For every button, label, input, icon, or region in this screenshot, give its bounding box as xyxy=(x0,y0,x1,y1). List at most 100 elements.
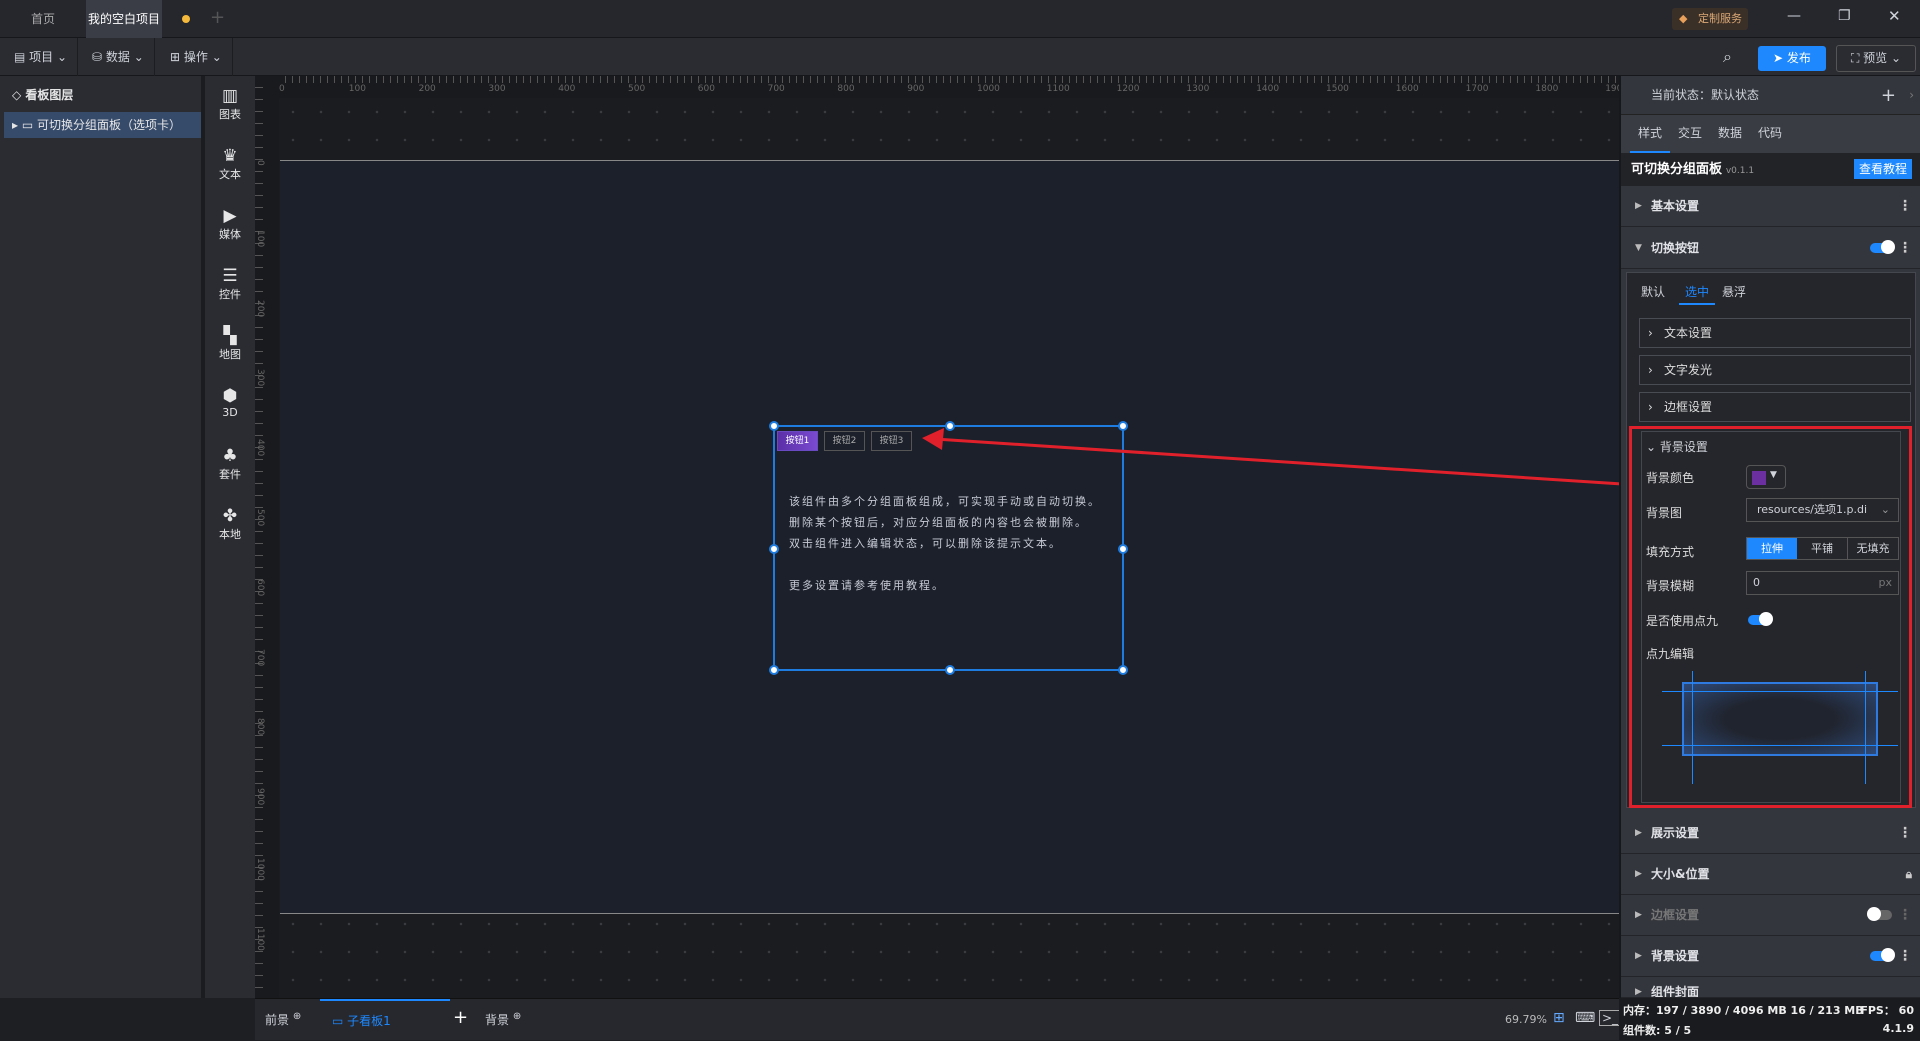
keyboard-icon[interactable]: ⌨ xyxy=(1575,1010,1595,1026)
add-tab-button[interactable]: + xyxy=(210,7,225,28)
fill-stretch-option[interactable]: 拉伸 xyxy=(1747,538,1797,559)
hint-line: 更多设置请参考使用教程。 xyxy=(789,579,945,592)
tab-style[interactable]: 样式 xyxy=(1630,115,1670,153)
add-state-button[interactable]: + xyxy=(1881,76,1896,115)
preview-button[interactable]: ⛶ 预览 ⌄ xyxy=(1836,45,1916,72)
tab-data[interactable]: 数据 xyxy=(1710,115,1750,151)
component-header: 可切换分组面板 v0.1.1 查看教程 xyxy=(1621,153,1920,186)
resize-handle[interactable] xyxy=(945,665,955,675)
background-settings-header[interactable]: ⌄ 背景设置 xyxy=(1646,438,1708,455)
tab-panel-widget[interactable]: 按钮1 按钮2 按钮3 该组件由多个分组面板组成，可实现手动或自动切换。 删除某… xyxy=(769,421,1128,675)
fit-screen-icon[interactable]: ⊞ xyxy=(1553,1010,1565,1026)
ninepatch-guide-bottom[interactable] xyxy=(1662,745,1898,746)
library-control[interactable]: ☰ 控件 xyxy=(205,266,255,302)
library-3d[interactable]: ⬢ 3D xyxy=(205,386,255,419)
publish-button[interactable]: ➤ 发布 xyxy=(1758,46,1826,71)
layer-item[interactable]: ▸ ▭ 可切换分组面板（选项卡） xyxy=(4,112,201,138)
menu-data[interactable]: ⛁ 数据 ⌄ xyxy=(82,38,155,76)
widget-tab-button-3[interactable]: 按钮3 xyxy=(871,431,912,451)
resize-handle[interactable] xyxy=(1118,421,1128,431)
more-icon[interactable]: ⋮ xyxy=(1898,936,1912,977)
library-media[interactable]: ▶ 媒体 xyxy=(205,206,255,242)
section-switch-button[interactable]: ▼ 切换按钮 ⋮ xyxy=(1621,228,1920,269)
terminal-icon[interactable]: >_ xyxy=(1599,1010,1622,1026)
resize-handle[interactable] xyxy=(945,421,955,431)
state-tab-hover[interactable]: 悬浮 xyxy=(1722,283,1746,300)
ninepatch-guide-left[interactable] xyxy=(1692,671,1693,784)
tab-interaction[interactable]: 交互 xyxy=(1670,115,1710,151)
library-text[interactable]: ♛ 文本 xyxy=(205,146,255,182)
restore-button[interactable]: ❐ xyxy=(1838,8,1851,24)
puzzle-icon: ✤ xyxy=(222,506,238,526)
foreground-tab[interactable]: 前景 ⊕ xyxy=(265,1011,301,1028)
section-size-position[interactable]: ▶ 大小&位置 🔒︎ xyxy=(1621,854,1920,895)
more-icon[interactable]: ⋮ xyxy=(1898,813,1912,854)
library-chart[interactable]: ▥ 图表 xyxy=(205,86,255,122)
custom-service-button[interactable]: ◆ 定制服务 xyxy=(1672,8,1748,30)
tutorial-button[interactable]: 查看教程 xyxy=(1853,159,1912,179)
bg-color-picker[interactable]: ▼ xyxy=(1746,465,1786,489)
cube-icon: ⬢ xyxy=(222,386,238,406)
ninepatch-edit-label: 点九编辑 xyxy=(1646,647,1695,661)
add-circle-icon[interactable]: ⊕ xyxy=(293,1011,301,1022)
menu-project[interactable]: ▤ 项目 ⌄ xyxy=(4,38,79,76)
ninepatch-guide-top[interactable] xyxy=(1662,691,1898,692)
section-display[interactable]: ▶ 展示设置 ⋮ xyxy=(1621,813,1920,854)
fill-tile-option[interactable]: 平铺 xyxy=(1797,538,1848,559)
resize-handle[interactable] xyxy=(769,544,779,554)
text-settings[interactable]: › 文本设置 xyxy=(1639,318,1911,348)
resize-handle[interactable] xyxy=(769,421,779,431)
bg-image-select[interactable]: resources/选项1.p.di ⌄ xyxy=(1746,498,1899,522)
tab-project[interactable]: 我的空白项目 xyxy=(86,0,162,38)
background-toggle[interactable] xyxy=(1870,948,1895,962)
menu-operate[interactable]: ⊞ 操作 ⌄ xyxy=(160,38,233,76)
widget-tab-button-1[interactable]: 按钮1 xyxy=(777,431,818,451)
section-basic[interactable]: ▶ 基本设置 ⋮ xyxy=(1621,186,1920,227)
resize-handle[interactable] xyxy=(769,665,779,675)
state-tab-default[interactable]: 默认 xyxy=(1641,283,1665,300)
search-icon[interactable]: ⌕ xyxy=(1723,47,1732,67)
more-icon[interactable]: ⋮ xyxy=(1898,228,1912,269)
fill-mode-label: 填充方式 xyxy=(1646,545,1695,559)
library-map[interactable]: ▚ 地图 xyxy=(205,326,255,362)
fill-none-option[interactable]: 无填充 xyxy=(1848,538,1898,559)
text-glow-settings[interactable]: › 文字发光 xyxy=(1639,355,1911,385)
close-button[interactable]: ✕ xyxy=(1888,7,1901,25)
widget-tab-button-2[interactable]: 按钮2 xyxy=(824,431,865,451)
resize-handle[interactable] xyxy=(1118,665,1128,675)
library-suite[interactable]: ♣ 套件 xyxy=(205,446,255,482)
more-icon[interactable]: ⋮ xyxy=(1898,186,1912,227)
lock-icon[interactable]: 🔒︎ xyxy=(1906,854,1912,895)
panel-tabs: 样式 交互 数据 代码 xyxy=(1621,115,1920,153)
section-background[interactable]: ▶ 背景设置 ⋮ xyxy=(1621,936,1920,977)
add-circle-icon[interactable]: ⊕ xyxy=(513,1011,521,1022)
zoom-level[interactable]: 69.79% xyxy=(1505,1013,1547,1026)
background-tab[interactable]: 背景 ⊕ xyxy=(485,1011,521,1028)
vertical-ruler[interactable]: 0 100 200 300 400 500 600 700 800 900 1000 1100 xyxy=(255,76,279,998)
tab-code[interactable]: 代码 xyxy=(1750,115,1790,151)
section-border[interactable]: ▶ 边框设置 ⋮ xyxy=(1621,895,1920,936)
border-toggle[interactable] xyxy=(1867,907,1892,921)
ninepatch-toggle[interactable] xyxy=(1748,612,1773,626)
chevron-right-icon[interactable]: › xyxy=(1909,76,1914,115)
tab-home[interactable]: 首页 xyxy=(0,0,86,38)
state-tab-selected[interactable]: 选中 xyxy=(1679,283,1716,305)
add-board-button[interactable]: + xyxy=(453,1007,468,1028)
section-cover[interactable]: ▶ 组件封面 xyxy=(1621,977,1920,998)
minimize-button[interactable]: — xyxy=(1787,8,1801,24)
ninepatch-label: 是否使用点九 xyxy=(1646,614,1719,628)
resize-handle[interactable] xyxy=(1118,544,1128,554)
switch-toggle[interactable] xyxy=(1870,240,1895,254)
library-label: 本地 xyxy=(219,528,241,541)
fill-mode-group: 拉伸 平铺 无填充 xyxy=(1746,537,1899,560)
bg-blur-input[interactable]: 0 px xyxy=(1746,571,1899,595)
sub-label: 背景设置 xyxy=(1659,440,1708,454)
library-local[interactable]: ✤ 本地 xyxy=(205,506,255,542)
border-settings[interactable]: › 边框设置 xyxy=(1639,392,1911,422)
more-icon[interactable]: ⋮ xyxy=(1898,895,1912,936)
horizontal-ruler[interactable]: 0 100 200 300 400 500 600 700 800 900 1000 1100 1200… xyxy=(279,76,1628,98)
service-label: 定制服务 xyxy=(1698,12,1742,25)
subboard-tab[interactable]: ▭ 子看板1 xyxy=(320,999,450,1041)
ninepatch-guide-right[interactable] xyxy=(1865,671,1866,784)
library-label: 3D xyxy=(222,406,238,419)
